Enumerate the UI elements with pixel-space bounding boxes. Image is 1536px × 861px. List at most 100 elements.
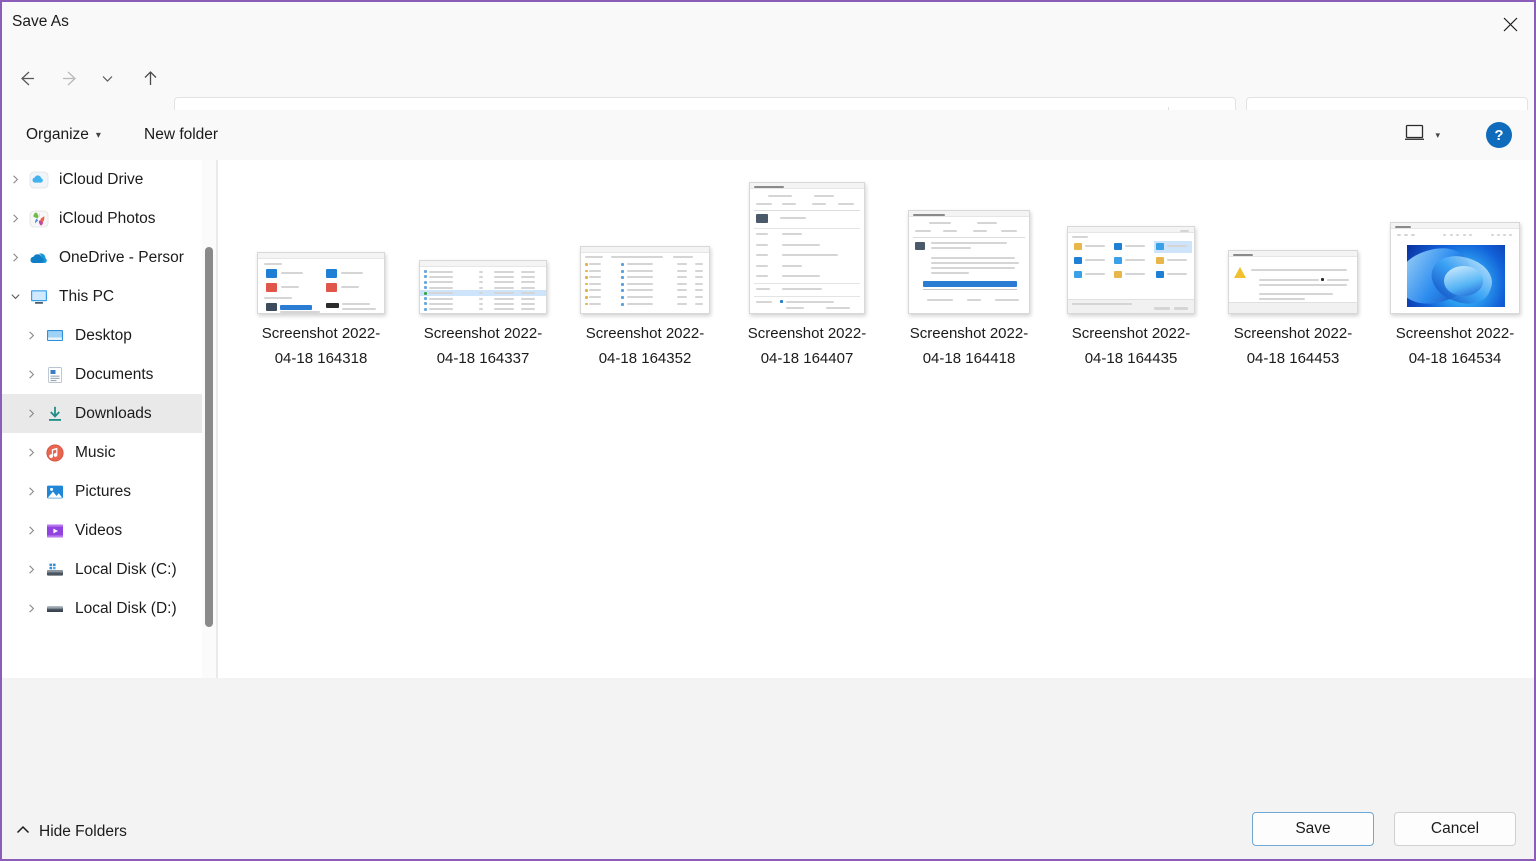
view-options-button[interactable]: ▾ (1396, 121, 1448, 149)
thumb-detail (1125, 245, 1145, 247)
sidebar-scrollbar[interactable] (202, 160, 216, 678)
chevron-right-icon[interactable] (2, 213, 28, 224)
help-label: ? (1494, 126, 1504, 144)
thumb-detail (627, 296, 653, 298)
chevron-right-icon[interactable] (18, 408, 44, 419)
thumb-detail (266, 269, 277, 278)
sidebar-item-icloud-drive[interactable]: iCloud Drive (2, 160, 202, 199)
file-grid: Screenshot 2022-04-18 164318 Screenshot 2… (240, 166, 1534, 371)
chevron-right-icon[interactable] (18, 486, 44, 497)
sidebar-item-pictures[interactable]: Pictures (2, 472, 202, 511)
thumb-detail (478, 297, 483, 300)
chevron-right-icon[interactable] (18, 603, 44, 614)
thumb-detail (494, 276, 515, 278)
file-item[interactable]: Screenshot 2022-04-18 164435 (1050, 166, 1212, 371)
thumb-detail (478, 308, 483, 311)
chevron-right-icon[interactable] (18, 564, 44, 575)
sidebar-item-this-pc[interactable]: This PC (2, 277, 202, 316)
thumb-detail (264, 297, 292, 299)
file-item[interactable]: Screenshot 2022-04-18 164534 (1374, 166, 1534, 371)
thumb-detail (913, 213, 945, 216)
thumb-detail (424, 302, 428, 306)
sidebar-item-onedrive-persor[interactable]: OneDrive - Persor (2, 238, 202, 277)
help-icon[interactable]: ? (1486, 122, 1512, 148)
sidebar-item-local-disk-d[interactable]: Local Disk (D:) (2, 589, 202, 628)
sidebar-item-label: Pictures (75, 482, 131, 500)
sidebar-item-music[interactable]: Music (2, 433, 202, 472)
thumb-detail (826, 307, 850, 309)
thumb-detail (1404, 234, 1408, 236)
thumb-detail (589, 263, 601, 265)
sidebar-item-desktop[interactable]: Desktop (2, 316, 202, 355)
chevron-right-icon[interactable] (2, 174, 28, 185)
sidebar-item-label: OneDrive - Persor (59, 248, 184, 266)
file-item[interactable]: Screenshot 2022-04-18 164453 (1212, 166, 1374, 371)
thumb-detail (1509, 234, 1512, 236)
dialog-title: Save As (12, 13, 69, 30)
thumb-detail (967, 299, 981, 301)
thumb-detail (1167, 259, 1187, 261)
thumb-detail (1167, 273, 1187, 275)
sidebar-item-label: Music (75, 443, 116, 461)
thumb-detail (1156, 257, 1164, 264)
new-folder-button[interactable]: New folder (132, 120, 230, 150)
file-item[interactable]: Screenshot 2022-04-18 164407 (726, 166, 888, 371)
thumb-detail (621, 302, 625, 306)
chevron-down-icon[interactable] (2, 291, 28, 302)
thumb-detail (264, 263, 282, 265)
thumb-detail (1156, 243, 1164, 250)
cancel-button[interactable]: Cancel (1394, 812, 1516, 846)
thumb-detail (429, 281, 453, 284)
onedrive-icon (28, 247, 50, 269)
thumb-detail (521, 292, 536, 295)
thumb-detail (494, 303, 515, 305)
thumb-detail (621, 269, 625, 273)
file-item[interactable]: Screenshot 2022-04-18 164318 (240, 166, 402, 371)
sidebar-item-local-disk-c[interactable]: Local Disk (C:) (2, 550, 202, 589)
thumb-detail (1449, 234, 1453, 236)
file-item[interactable]: Screenshot 2022-04-18 164418 (888, 166, 1050, 371)
thumb-detail (677, 302, 688, 305)
thumb-detail (589, 302, 601, 305)
sidebar-item-downloads[interactable]: Downloads (2, 394, 202, 433)
file-name-label: Screenshot 2022-04-18 164435 (1071, 325, 1191, 367)
thumb-detail (1443, 234, 1446, 236)
recent-locations-chevron-down-icon[interactable] (94, 60, 120, 96)
thumb-detail (611, 256, 663, 258)
thumb-detail (931, 257, 1015, 259)
scrollbar-thumb[interactable] (205, 247, 213, 627)
thumb-detail (756, 214, 768, 223)
thumb-detail (1085, 245, 1105, 247)
chevron-right-icon[interactable] (18, 447, 44, 458)
file-thumbnail-box (1380, 166, 1530, 314)
thumb-detail (424, 291, 428, 295)
arrow-left-icon[interactable] (8, 60, 44, 96)
thumb-detail (326, 269, 337, 278)
sidebar-item-videos[interactable]: Videos (2, 511, 202, 550)
sidebar-item-label: Documents (75, 365, 154, 383)
sidebar-item-icloud-photos[interactable]: iCloud Photos (2, 199, 202, 238)
thumb-detail (585, 302, 588, 306)
file-item[interactable]: Screenshot 2022-04-18 164352 (564, 166, 726, 371)
chevron-right-icon[interactable] (18, 330, 44, 341)
save-button[interactable]: Save (1252, 812, 1374, 846)
thumb-detail (786, 307, 804, 309)
close-icon[interactable] (1486, 2, 1534, 46)
chevron-right-icon[interactable] (18, 525, 44, 536)
chevron-right-icon[interactable] (18, 369, 44, 380)
thumb-detail (695, 296, 704, 298)
arrow-right-icon[interactable] (52, 60, 88, 96)
save-as-dialog: Save As › This PC (0, 0, 1536, 861)
arrow-up-icon[interactable] (132, 60, 168, 96)
hide-folders-button[interactable]: Hide Folders (16, 820, 127, 844)
thumb-detail (342, 308, 376, 310)
form-area: File name: Screenshot 2022-04-18 164554 … (2, 678, 1534, 800)
chevron-right-icon[interactable] (2, 252, 28, 263)
file-list-pane[interactable]: Screenshot 2022-04-18 164318 Screenshot 2… (218, 160, 1534, 678)
navigation-bar: › This PC › Downloads › New folder (4) (2, 46, 1534, 145)
sidebar-item-documents[interactable]: Documents (2, 355, 202, 394)
thumb-detail (931, 242, 1007, 244)
organize-button[interactable]: Organize ▾ (16, 120, 111, 150)
file-item[interactable]: Screenshot 2022-04-18 164337 (402, 166, 564, 371)
title-bar: Save As (2, 2, 1534, 46)
